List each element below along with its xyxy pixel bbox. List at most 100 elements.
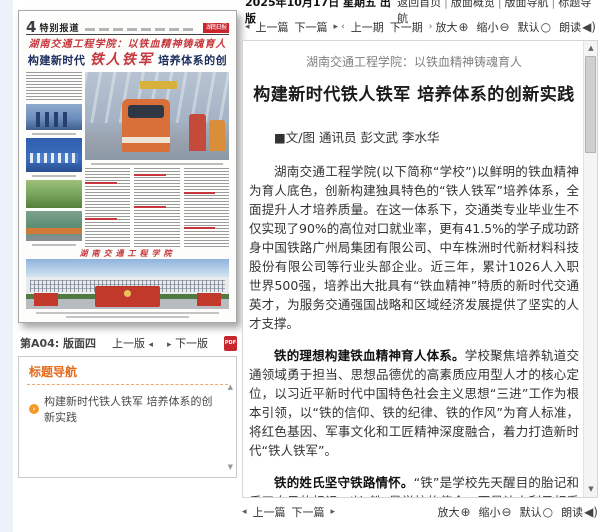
red-train-car xyxy=(189,114,206,151)
thumb-photo-tunnel-site xyxy=(26,211,82,241)
top-info-bar: 2025年10月17日 星期五 出版 返回首页|版面概览|版面导航|标题导航 xyxy=(240,0,600,17)
article-kicker: 湖南交通工程学院：以铁血精神铸魂育人 xyxy=(249,53,579,70)
thumb-photo-train-depot xyxy=(85,72,229,160)
title-nav-scroll-down-icon[interactable]: ▼ xyxy=(228,463,233,471)
speaker-icon: ◀) xyxy=(584,505,598,519)
article-content: 湖南交通工程学院：以铁血精神铸魂育人 构建新时代铁人铁军 培养体系的创新实践 ■… xyxy=(243,41,583,497)
prev-article-icon: ◂ xyxy=(242,507,247,517)
red-subhead-mark xyxy=(134,174,166,176)
speaker-icon: ◀) xyxy=(582,20,596,34)
title-nav-header: 标题导航 xyxy=(19,357,236,384)
prev-article-link[interactable]: 上一篇 xyxy=(253,504,286,520)
title-nav-item[interactable]: › 构建新时代铁人铁军 培养体系的创新实践 xyxy=(19,385,236,425)
prev-article-icon: ◂ xyxy=(245,22,250,32)
red-subhead-mark xyxy=(184,192,216,194)
pdf-icon[interactable]: PDF xyxy=(224,336,237,351)
article-panel: 2025年10月17日 星期五 出版 返回首页|版面概览|版面导航|标题导航 ◂… xyxy=(240,0,600,532)
read-aloud-button[interactable]: 朗读◀) xyxy=(559,19,596,35)
thumb-headline: 湖南交通工程学院：以铁血精神铸魂育人 构建新时代 铁人铁军 培养体系的创新实践 xyxy=(26,35,229,71)
thumb-intro-text-texture xyxy=(26,72,82,101)
zoom-in-icon: ⊕ xyxy=(458,20,468,34)
thumb-bottom-caption xyxy=(66,316,189,318)
thumb-photo-caption xyxy=(32,244,76,246)
prev-issue-link[interactable]: 上一期 xyxy=(351,19,384,35)
campus-red-banner-left xyxy=(34,293,58,306)
zoom-out-button[interactable]: 缩小⊖ xyxy=(479,504,512,520)
red-subhead-mark xyxy=(85,182,117,184)
read-aloud-button[interactable]: 朗读◀) xyxy=(561,504,598,520)
thumb-right-column xyxy=(85,72,229,248)
current-page-label: 第A04: 版面四 xyxy=(20,335,96,351)
thumb-text-column xyxy=(184,168,229,248)
left-margin-strip xyxy=(0,0,13,532)
layout-nav-link[interactable]: 版面导航 xyxy=(505,0,549,9)
epaper-reader: 4 特别报道 湖南日报 湖南交通工程学院：以铁血精神铸魂育人 构建新时代 铁人铁… xyxy=(0,0,600,532)
thumb-photo-green-field xyxy=(26,180,82,208)
article-nav-group-bottom: ◂ 上一篇 下一篇 ▸ xyxy=(242,504,335,520)
thumb-photo-campus xyxy=(26,259,229,309)
thumb-left-column xyxy=(26,72,82,248)
article-box: 湖南交通工程学院：以铁血精神铸魂育人 构建新时代铁人铁军 培养体系的创新实践 ■… xyxy=(242,40,598,498)
article-scrollbar[interactable]: ▲ ▼ xyxy=(583,41,597,497)
title-nav-scroll-up-icon[interactable]: ▲ xyxy=(228,383,233,391)
zoom-out-button[interactable]: 缩小⊖ xyxy=(477,19,510,35)
top-tool-bar: ◂ 上一篇 下一篇 ▸ ‹ 上一期 下一期 › 放大⊕ 缩小⊖ 默认○ 朗读◀) xyxy=(240,17,600,37)
zoom-in-icon: ⊕ xyxy=(460,505,470,519)
zoom-in-button[interactable]: 放大⊕ xyxy=(435,19,468,35)
issue-nav-group: ‹ 上一期 下一期 › xyxy=(341,19,432,35)
thumb-headline-calligraphy: 铁人铁军 xyxy=(90,52,154,68)
thumb-bottom-caption xyxy=(36,312,219,314)
article-paragraph: 铁的姓氏坚守铁路情怀。“铁”是学校先天醒目的胎记和后天夺目的标记，兴“铁”是学校… xyxy=(249,473,579,497)
prev-page-link[interactable]: 上一版 ◂ xyxy=(112,337,153,350)
red-subhead-mark xyxy=(85,218,117,220)
thumb-section-title: 特别报道 xyxy=(39,21,79,34)
orange-arrow-icon: › xyxy=(29,404,39,414)
next-issue-icon: › xyxy=(429,22,433,32)
default-view-icon: ○ xyxy=(541,20,551,34)
thumb-headline-kicker: 湖南交通工程学院：以铁血精神铸魂育人 xyxy=(26,38,229,51)
default-view-button[interactable]: 默认○ xyxy=(520,504,553,520)
thumb-photo-caption xyxy=(91,163,223,165)
view-controls: 放大⊕ 缩小⊖ 默认○ 朗读◀) xyxy=(435,19,596,35)
campus-red-banner-right xyxy=(197,293,221,306)
thumb-campus-calligraphy: 湖南交通工程学院 xyxy=(26,248,229,259)
home-link[interactable]: 返回首页 xyxy=(397,0,441,9)
default-view-button[interactable]: 默认○ xyxy=(518,19,551,35)
next-article-icon: ▸ xyxy=(331,507,336,517)
title-navigation-panel: 标题导航 › 构建新时代铁人铁军 培养体系的创新实践 ▲ ▼ xyxy=(18,356,237,478)
scrollbar-down-icon[interactable]: ▼ xyxy=(584,483,598,496)
scrollbar-up-icon[interactable]: ▲ xyxy=(584,42,598,55)
next-article-link[interactable]: 下一篇 xyxy=(295,19,328,35)
thumb-text-column xyxy=(134,168,179,248)
next-issue-link[interactable]: 下一期 xyxy=(390,19,423,35)
thumb-photo-caption xyxy=(32,133,76,135)
bottom-tool-bar: ◂ 上一篇 下一篇 ▸ 放大⊕ 缩小⊖ 默认○ 朗读◀) xyxy=(242,504,598,520)
thumb-body xyxy=(26,72,229,248)
campus-sky xyxy=(26,259,229,278)
prev-issue-icon: ‹ xyxy=(341,22,345,32)
title-nav-item-label: 构建新时代铁人铁军 培养体系的创新实践 xyxy=(44,393,220,425)
scrollbar-thumb[interactable] xyxy=(585,56,596,153)
zoom-out-icon: ⊖ xyxy=(502,505,512,519)
view-controls-bottom: 放大⊕ 缩小⊖ 默认○ 朗读◀) xyxy=(437,504,598,520)
next-article-link[interactable]: 下一篇 xyxy=(292,504,325,520)
zoom-in-button[interactable]: 放大⊕ xyxy=(437,504,470,520)
page-navigation: 第A04: 版面四 上一版 ◂ ▸ 下一版 PDF xyxy=(20,334,237,352)
thumb-photo-caption xyxy=(32,175,76,177)
zoom-out-icon: ⊖ xyxy=(500,20,510,34)
next-page-link[interactable]: ▸ 下一版 xyxy=(167,337,208,350)
prev-page-icon: ◂ xyxy=(149,340,154,350)
newspaper-page-thumbnail[interactable]: 4 特别报道 湖南日报 湖南交通工程学院：以铁血精神铸魂育人 构建新时代 铁人铁… xyxy=(18,10,237,323)
orange-locomotive xyxy=(122,99,170,152)
yellow-crane xyxy=(140,81,177,89)
prev-article-link[interactable]: 上一篇 xyxy=(256,19,289,35)
red-subhead-mark xyxy=(134,206,166,208)
thumb-photo-train-interior xyxy=(26,104,82,130)
campus-red-stage xyxy=(95,286,160,307)
next-article-icon: ▸ xyxy=(334,22,339,32)
article-byline: ■文/图 通讯员 彭文武 李水华 xyxy=(249,127,579,146)
layout-overview-link[interactable]: 版面概览 xyxy=(451,0,495,9)
thumb-text-column xyxy=(85,168,130,248)
thumb-page-header: 4 特别报道 湖南日报 xyxy=(26,18,229,35)
default-view-icon: ○ xyxy=(543,505,553,519)
